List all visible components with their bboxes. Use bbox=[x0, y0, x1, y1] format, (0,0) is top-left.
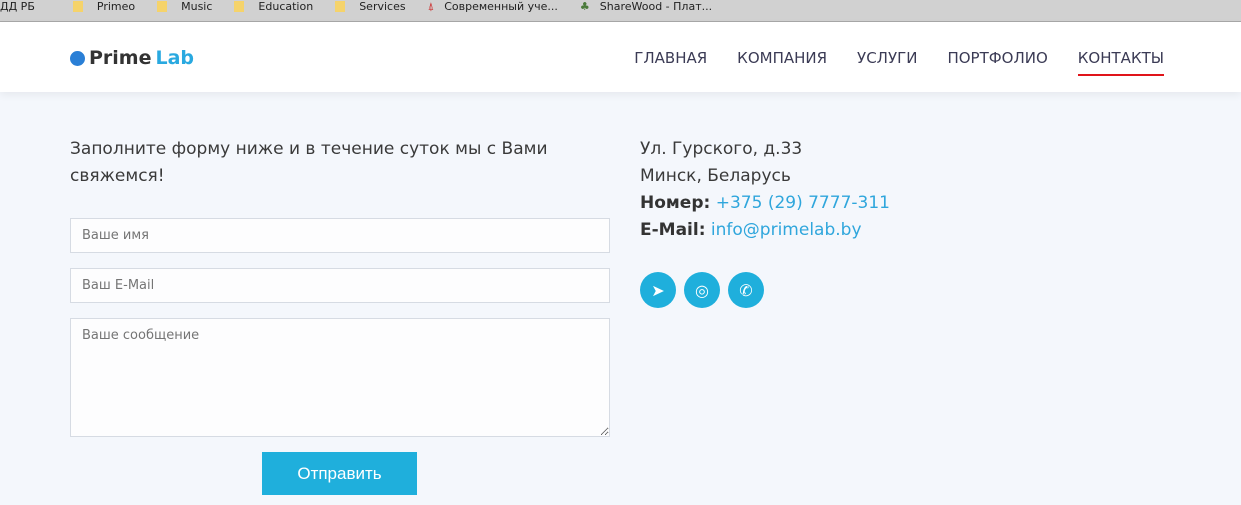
instagram-icon[interactable]: ◎ bbox=[684, 272, 720, 308]
site-header: Prime Lab ГЛАВНАЯ КОМПАНИЯ УСЛУГИ ПОРТФОЛ… bbox=[0, 22, 1241, 92]
bookmark[interactable]: ♣ ShareWood - Плат... bbox=[580, 0, 712, 13]
bookmarks-bar: ДД РБ Primeo Music Education Services ⍋ С… bbox=[0, 0, 1241, 22]
contact-info: Ул. Гурского, д.33 Минск, Беларусь Номер… bbox=[640, 136, 890, 244]
bookmark[interactable]: ⍋ Современный уче... bbox=[428, 0, 558, 14]
email-link[interactable]: info@primelab.by bbox=[711, 220, 862, 240]
bookmark-label: Services bbox=[359, 0, 406, 13]
phone-icon[interactable]: ✆ bbox=[728, 272, 764, 308]
tower-icon: ⍋ bbox=[427, 0, 435, 13]
logo-icon bbox=[70, 50, 85, 66]
folder-icon bbox=[335, 1, 346, 12]
logo-text-accent: Lab bbox=[155, 47, 195, 69]
bookmark-label: ДД РБ bbox=[0, 0, 35, 13]
nav-company[interactable]: КОМПАНИЯ bbox=[737, 49, 827, 67]
logo[interactable]: Prime Lab bbox=[70, 47, 194, 69]
nav-contacts[interactable]: КОНТАКТЫ bbox=[1077, 49, 1165, 76]
form-intro: Заполните форму ниже и в течение суток м… bbox=[70, 139, 548, 186]
nav-home[interactable]: ГЛАВНАЯ bbox=[634, 49, 707, 67]
folder-icon bbox=[234, 1, 245, 12]
message-textarea[interactable] bbox=[70, 318, 610, 437]
telegram-icon[interactable]: ➤ bbox=[640, 272, 676, 308]
email-label: E-Mail: bbox=[640, 220, 706, 240]
name-input[interactable] bbox=[70, 218, 610, 253]
bookmark[interactable]: Education bbox=[234, 0, 313, 13]
nav-services[interactable]: УСЛУГИ bbox=[857, 49, 917, 67]
bookmark[interactable]: ДД РБ bbox=[0, 0, 35, 13]
bookmark[interactable]: Music bbox=[157, 0, 212, 13]
email-input[interactable] bbox=[70, 268, 610, 303]
nav-portfolio[interactable]: ПОРТФОЛИО bbox=[947, 49, 1047, 67]
logo-text: Prime bbox=[89, 47, 152, 69]
social-links: ➤ ◎ ✆ bbox=[640, 272, 764, 308]
bookmark[interactable]: Primeo bbox=[72, 0, 136, 13]
bookmark-label: Education bbox=[258, 0, 314, 13]
main-nav: ГЛАВНАЯ КОМПАНИЯ УСЛУГИ ПОРТФОЛИО КОНТАК… bbox=[634, 49, 1165, 76]
address-line-2: Минск, Беларусь bbox=[640, 166, 791, 186]
tree-icon: ♣ bbox=[579, 0, 590, 13]
submit-button[interactable]: Отправить bbox=[262, 452, 417, 495]
bookmark-label: Music bbox=[181, 0, 213, 13]
phone-link[interactable]: +375 (29) 7777-311 bbox=[716, 193, 890, 213]
folder-icon bbox=[157, 1, 168, 12]
bookmark-label: Современный уче... bbox=[444, 0, 558, 13]
bookmark-label: ShareWood - Плат... bbox=[599, 0, 713, 13]
folder-icon bbox=[72, 1, 83, 12]
bookmark-label: Primeo bbox=[96, 0, 136, 13]
address-line-1: Ул. Гурского, д.33 bbox=[640, 139, 803, 159]
phone-label: Номер: bbox=[640, 193, 711, 213]
bookmark[interactable]: Services bbox=[335, 0, 406, 13]
